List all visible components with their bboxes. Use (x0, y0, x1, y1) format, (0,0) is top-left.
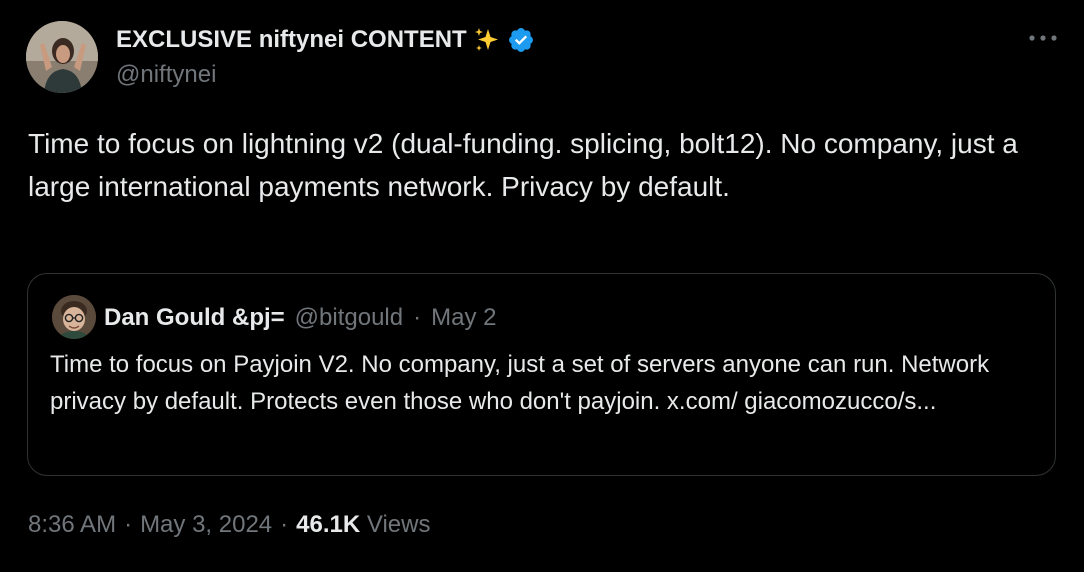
quote-author-name[interactable]: Dan Gould &pj= (104, 304, 285, 332)
author-name-row[interactable]: EXCLUSIVE niftynei CONTENT (116, 24, 535, 56)
sparkles-icon (473, 26, 501, 54)
more-horizontal-icon (1029, 35, 1057, 41)
quote-date[interactable]: May 2 (431, 304, 496, 332)
meta-separator: · (124, 511, 133, 538)
views-label: Views (366, 511, 431, 538)
views-count: 46.1K (296, 511, 361, 538)
tweet-meta: 8:36 AM · May 3, 2024 · 46.1K Views (28, 509, 430, 541)
tweet-text: Time to focus on lightning v2 (dual-fund… (28, 128, 1018, 202)
quote-author-avatar[interactable] (52, 295, 96, 339)
quote-author-handle[interactable]: @bitgould (295, 304, 403, 332)
quoted-tweet[interactable]: Dan Gould &pj= @bitgould · May 2 Time to… (27, 273, 1056, 476)
tweet-time[interactable]: 8:36 AM (28, 511, 116, 539)
verified-badge-icon[interactable] (507, 26, 535, 54)
quote-text: Time to focus on Payjoin V2. No company,… (50, 351, 990, 415)
tweet-date[interactable]: May 3, 2024 (140, 511, 272, 539)
author-avatar[interactable] (26, 21, 98, 93)
quote-header: Dan Gould &pj= @bitgould · May 2 (104, 302, 496, 334)
more-options-button[interactable] (1026, 28, 1060, 48)
tweet: EXCLUSIVE niftynei CONTENT @niftynei Tim… (0, 0, 1084, 572)
views[interactable]: 46.1K Views (296, 511, 430, 539)
author-name[interactable]: EXCLUSIVE niftynei CONTENT (116, 26, 467, 54)
quote-separator: · (413, 304, 422, 331)
meta-separator: · (280, 511, 289, 538)
author-handle[interactable]: @niftynei (116, 61, 216, 89)
